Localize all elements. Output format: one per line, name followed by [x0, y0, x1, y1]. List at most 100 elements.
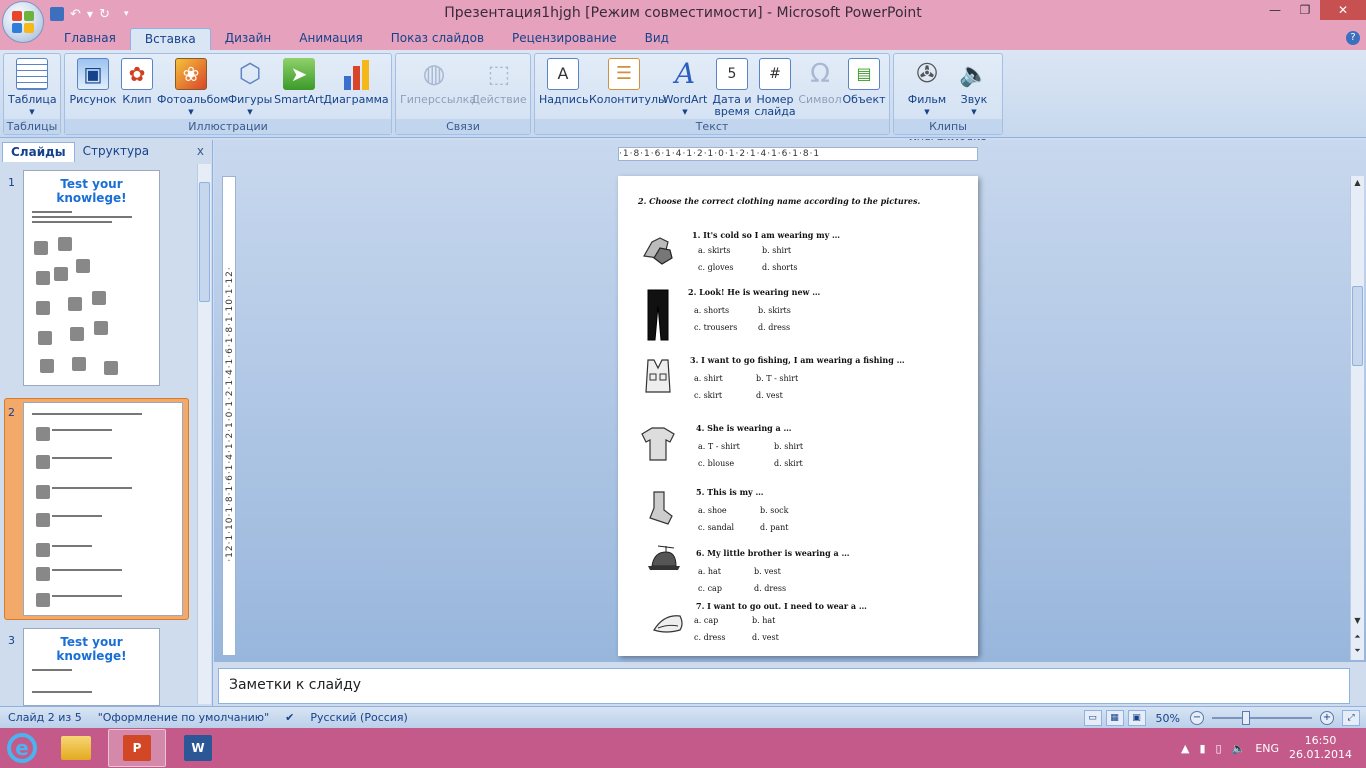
slide-thumbnail-2[interactable]	[23, 402, 183, 616]
group-label-media: Клипы мультимедиа	[894, 119, 1002, 148]
slide-sorter-button[interactable]: ▦	[1105, 710, 1124, 726]
zoom-slider-thumb[interactable]	[1242, 711, 1250, 725]
slide-vertical-scrollbar[interactable]: ▲ ▼ ⏶ ⏷	[1350, 176, 1364, 660]
tab-slideshow[interactable]: Показ слайдов	[377, 28, 498, 50]
fit-to-window-button[interactable]: ⤢	[1342, 710, 1360, 726]
next-slide-icon[interactable]: ⏷	[1352, 646, 1363, 656]
close-button[interactable]: ✕	[1320, 0, 1366, 20]
window-controls: — ❐ ✕	[1260, 0, 1366, 20]
network-icon[interactable]: ▮	[1199, 742, 1205, 755]
vertical-ruler: ·12·1·10·1·8·1·6·1·4·1·2·1·0·1·2·1·4·1·6…	[222, 176, 236, 656]
input-language[interactable]: ENG	[1255, 742, 1279, 755]
slidenumber-button[interactable]: # Номер слайда	[753, 58, 797, 118]
office-button[interactable]	[2, 1, 44, 43]
symbol-button[interactable]: Ω Символ	[797, 58, 843, 106]
zoom-level[interactable]: 50%	[1156, 712, 1180, 725]
question-4-option-d: d. skirt	[774, 459, 803, 468]
clock[interactable]: 16:50 26.01.2014	[1289, 734, 1352, 762]
zoom-out-button[interactable]: −	[1190, 711, 1204, 725]
clothing-thumbnail-image	[34, 241, 48, 255]
clip-button[interactable]: ✿ Клип	[117, 58, 157, 106]
clothing-thumbnail-image	[104, 361, 118, 375]
scrollbar-thumb[interactable]	[199, 182, 210, 302]
headerfooter-button[interactable]: ☰ Колонтитулы	[589, 58, 667, 106]
question-7-option-c: c. dress	[694, 633, 726, 642]
clothing-thumbnail-image	[36, 543, 50, 557]
tab-slides[interactable]: Слайды	[2, 142, 75, 162]
slide-number-1: 1	[8, 176, 15, 189]
tab-review[interactable]: Рецензирование	[498, 28, 631, 50]
tab-animation[interactable]: Анимация	[285, 28, 376, 50]
slide-thumbnail-1[interactable]: Test your knowlege!	[23, 170, 160, 386]
spellcheck-icon[interactable]: ✔	[277, 711, 302, 724]
slide-canvas[interactable]: 2. Choose the correct clothing name acco…	[618, 176, 978, 656]
photoalbum-button[interactable]: ❀ Фотоальбом ▼	[157, 58, 228, 118]
language-indicator[interactable]: Русский (Россия)	[302, 711, 416, 724]
slide-editor: ·1·8·1·6·1·4·1·2·1·0·1·2·1·4·1·6·1·8·1 ·…	[214, 140, 1366, 662]
tab-home[interactable]: Главная	[50, 28, 130, 50]
question-1-option-d: d. shorts	[762, 263, 798, 272]
picture-button[interactable]: ▣ Рисунок	[69, 58, 117, 106]
slides-pane-scrollbar[interactable]	[197, 164, 211, 704]
scroll-down-icon[interactable]: ▼	[1352, 616, 1363, 625]
volume-icon[interactable]: 🔈	[1232, 742, 1246, 755]
shapes-button[interactable]: ⬡ Фигуры ▼	[227, 58, 273, 118]
omega-icon: Ω	[810, 59, 830, 89]
chevron-down-icon: ▼	[247, 108, 253, 116]
thumbnail-text-line	[32, 691, 92, 693]
status-bar: Слайд 2 из 5 "Оформление по умолчанию" ✔…	[0, 706, 1366, 728]
scroll-up-icon[interactable]: ▲	[1352, 178, 1363, 187]
thumbnail-text-line	[52, 569, 122, 571]
scrollbar-thumb[interactable]	[1352, 286, 1363, 366]
thumbnail-text-line	[32, 669, 72, 671]
question-5-option-b: b. sock	[760, 506, 789, 515]
tab-view[interactable]: Вид	[631, 28, 683, 50]
thumbnail-text-line	[32, 221, 112, 223]
normal-view-button[interactable]: ▭	[1083, 710, 1102, 726]
photoalbum-icon: ❀	[175, 58, 207, 90]
tab-insert[interactable]: Вставка	[129, 28, 211, 50]
movie-button[interactable]: ✇ Фильм ▼	[902, 58, 952, 118]
slides-pane-tabs: Слайды Структура x	[0, 140, 212, 162]
datetime-button[interactable]: 5 Дата и время	[711, 58, 753, 118]
help-icon[interactable]: ?	[1346, 31, 1360, 45]
object-button[interactable]: ▤ Объект	[841, 58, 887, 106]
thumbnail-text-line	[52, 545, 92, 547]
slide-thumbnail-3[interactable]: Test your knowlege!	[23, 628, 160, 706]
file-explorer-icon[interactable]	[47, 729, 105, 767]
question-3-option-d: d. vest	[756, 391, 783, 400]
previous-slide-icon[interactable]: ⏶	[1352, 632, 1363, 642]
theme-name[interactable]: "Оформление по умолчанию"	[90, 711, 277, 724]
tab-design[interactable]: Дизайн	[211, 28, 286, 50]
table-button[interactable]: Таблица ▼	[8, 58, 57, 118]
textbox-button[interactable]: A Надпись	[539, 58, 589, 106]
tray-overflow-icon[interactable]: ▲	[1181, 742, 1189, 755]
group-illustrations: ▣ Рисунок ✿ Клип ❀ Фотоальбом ▼ ⬡ Фигуры…	[64, 53, 392, 135]
word-taskbar-icon[interactable]: W	[169, 729, 227, 767]
maximize-button[interactable]: ❐	[1290, 0, 1320, 20]
smartart-button[interactable]: ➤ SmartArt	[273, 58, 325, 106]
thumbnail-text-line	[32, 216, 132, 218]
question-7-option-a: a. cap	[694, 616, 719, 625]
internet-explorer-icon[interactable]: e	[0, 728, 44, 768]
question-5-option-c: c. sandal	[698, 523, 735, 532]
tab-outline[interactable]: Структура	[75, 142, 157, 162]
zoom-slider[interactable]	[1212, 711, 1312, 725]
powerpoint-taskbar-icon[interactable]: P	[108, 729, 166, 767]
battery-icon[interactable]: ▯	[1216, 742, 1222, 755]
wordart-button[interactable]: A WordArt ▼	[661, 58, 709, 118]
notes-pane[interactable]: Заметки к слайду	[218, 668, 1350, 704]
hyperlink-button[interactable]: ◍ Гиперссылка	[400, 58, 476, 106]
cap-image	[648, 545, 680, 570]
zoom-in-button[interactable]: +	[1320, 711, 1334, 725]
chart-button[interactable]: Диаграмма	[323, 58, 389, 106]
slideshow-button[interactable]: ▣	[1127, 710, 1146, 726]
close-icon[interactable]: x	[197, 144, 204, 158]
group-label-illustrations: Иллюстрации	[65, 119, 391, 134]
action-button[interactable]: ⬚ Действие	[470, 58, 528, 106]
question-3-text: 3. I want to go fishing, I am wearing a …	[690, 355, 905, 365]
minimize-button[interactable]: —	[1260, 0, 1290, 20]
taskbar: e P W ▲ ▮ ▯ 🔈 ENG 16:50 26.01.2014	[0, 728, 1366, 768]
sound-button[interactable]: 🔈 Звук ▼	[952, 58, 996, 118]
tshirt-image	[641, 427, 675, 461]
